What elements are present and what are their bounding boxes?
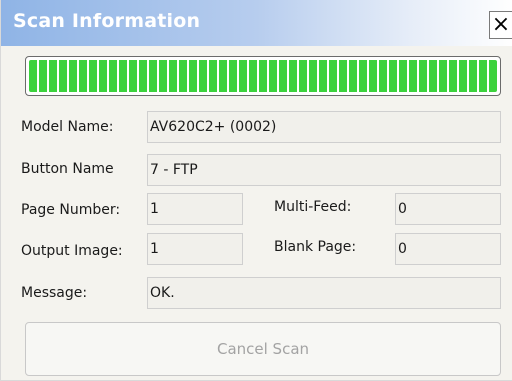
output-image-field: 1 (147, 233, 243, 265)
model-name-field: AV620C2+ (0002) (147, 111, 501, 143)
button-name-label: Button Name (21, 161, 114, 177)
blank-page-field: 0 (395, 233, 501, 265)
multi-feed-field: 0 (395, 193, 501, 225)
message-label: Message: (21, 285, 88, 301)
close-button[interactable]: × (489, 11, 512, 39)
progress-fill (29, 60, 497, 92)
page-number-label: Page Number: (21, 202, 121, 218)
dialog-title: Scan Information (13, 10, 201, 32)
title-bar[interactable]: Scan Information × (1, 0, 512, 46)
button-name-field: 7 - FTP (147, 154, 501, 186)
scan-progress-bar (25, 56, 501, 96)
model-name-label: Model Name: (21, 119, 114, 135)
message-field: OK. (147, 277, 501, 309)
output-image-label: Output Image: (21, 243, 123, 259)
page-number-field: 1 (147, 193, 243, 225)
multi-feed-label: Multi-Feed: (274, 199, 352, 215)
close-icon: × (491, 12, 511, 37)
blank-page-label: Blank Page: (274, 239, 357, 255)
cancel-scan-button[interactable]: Cancel Scan (25, 322, 501, 376)
scan-information-dialog: Scan Information × Model Name: AV620C2+ … (0, 0, 512, 381)
